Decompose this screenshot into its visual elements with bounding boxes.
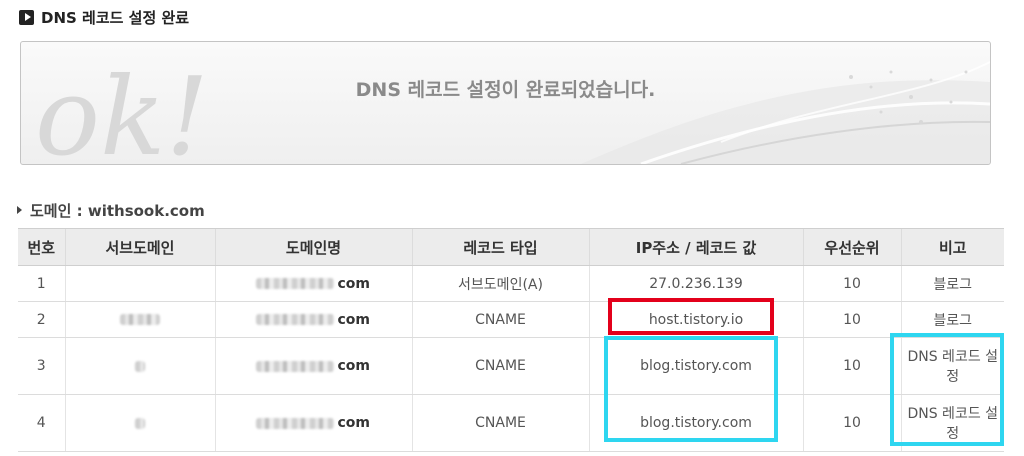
redacted-domain — [255, 314, 334, 325]
table-row: 4 com CNAME blog.tistory.com 10 DNS 레코드 … — [18, 394, 1004, 452]
record-type-cell: CNAME — [411, 337, 589, 395]
redacted-subdomain — [135, 360, 145, 372]
redacted-domain — [255, 417, 334, 429]
priority-cell: 10 — [802, 337, 901, 395]
subdomain-cell — [64, 394, 215, 452]
page-title: DNS 레코드 설정 완료 — [41, 8, 190, 27]
row-number: 2 — [18, 301, 65, 338]
table-header-row: 번호 서브도메인 도메인명 레코드 타입 IP주소 / 레코드 값 우선순위 비… — [18, 228, 1004, 266]
redacted-domain — [255, 360, 334, 372]
note-cell: 블로그 — [900, 301, 1004, 338]
success-banner: ok! DNS 레코드 설정이 완료되었습니다. — [20, 41, 991, 165]
column-header: 비고 — [900, 228, 1004, 266]
table-row: 2 com CNAME host.tistory.io 10 블로그 — [18, 301, 1004, 338]
domain-text: 도메인 : withsook.com — [30, 201, 205, 220]
record-value-cell: 27.0.236.139 — [588, 265, 803, 302]
domain-label: 도메인 : withsook.com — [17, 200, 205, 220]
page-header: DNS 레코드 설정 완료 — [19, 6, 189, 28]
record-value-cell: blog.tistory.com — [588, 337, 803, 395]
redacted-domain — [255, 278, 334, 289]
note-cell: 블로그 — [900, 265, 1004, 302]
redacted-subdomain — [135, 417, 145, 429]
ok-art-text: ok! — [35, 55, 209, 164]
play-icon — [19, 9, 34, 25]
row-number: 3 — [18, 337, 65, 395]
column-header: 레코드 타입 — [411, 228, 589, 266]
column-header: 번호 — [18, 228, 65, 266]
priority-cell: 10 — [802, 301, 901, 338]
row-number: 1 — [18, 265, 65, 302]
banner-decoration: ok! — [35, 55, 990, 164]
success-message: DNS 레코드 설정이 완료되었습니다. — [355, 79, 656, 101]
domain-name-cell: com — [214, 394, 412, 452]
note-cell: DNS 레코드 설정 — [900, 337, 1004, 395]
note-cell: DNS 레코드 설정 — [900, 394, 1004, 452]
domain-name-cell: com — [214, 337, 412, 395]
column-header: 서브도메인 — [64, 228, 215, 266]
subdomain-cell — [64, 265, 215, 302]
row-number: 4 — [18, 394, 65, 452]
record-type-cell: CNAME — [411, 301, 589, 338]
dns-records-table: 번호 서브도메인 도메인명 레코드 타입 IP주소 / 레코드 값 우선순위 비… — [18, 228, 1004, 452]
bullet-icon — [17, 206, 22, 214]
priority-cell: 10 — [802, 394, 901, 452]
record-value-cell: host.tistory.io — [588, 301, 803, 338]
column-header: 우선순위 — [802, 228, 901, 266]
record-type-cell: CNAME — [411, 394, 589, 452]
subdomain-cell — [64, 337, 215, 395]
subdomain-cell — [64, 301, 215, 338]
record-value-cell: blog.tistory.com — [588, 394, 803, 452]
column-header: IP주소 / 레코드 값 — [588, 228, 803, 266]
table-row: 1 com 서브도메인(A) 27.0.236.139 10 블로그 — [18, 265, 1004, 302]
record-type-cell: 서브도메인(A) — [411, 265, 589, 302]
priority-cell: 10 — [802, 265, 901, 302]
redacted-subdomain — [120, 314, 160, 325]
column-header: 도메인명 — [214, 228, 412, 266]
domain-name-cell: com — [214, 301, 412, 338]
table-row: 3 com CNAME blog.tistory.com 10 DNS 레코드 … — [18, 337, 1004, 395]
domain-name-cell: com — [214, 265, 412, 302]
